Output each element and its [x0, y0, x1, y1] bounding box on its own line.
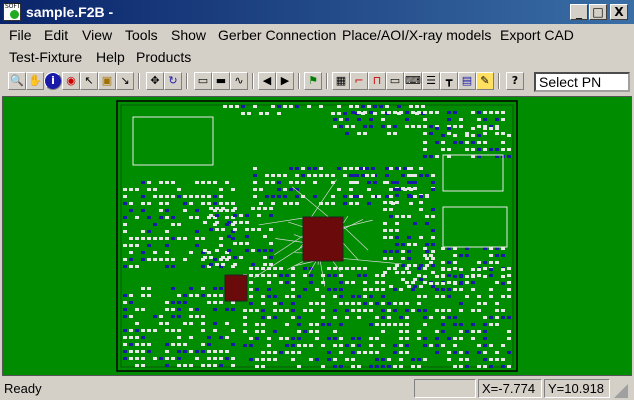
pcb-canvas[interactable] — [2, 96, 632, 376]
component-top-icon: ▭ — [197, 74, 209, 87]
pad-button[interactable]: ⊓ — [368, 72, 386, 90]
status-empty-panel — [414, 379, 476, 398]
previous-button[interactable]: ◀ — [258, 72, 276, 90]
help-pointer-icon: ? — [511, 74, 519, 87]
info-button[interactable]: i — [44, 72, 62, 90]
next-button[interactable]: ▶ — [276, 72, 294, 90]
flag-button[interactable]: ⚑ — [304, 72, 322, 90]
connector-icon: ▭ — [389, 74, 401, 87]
menu-view[interactable]: View — [82, 27, 112, 43]
toolbar-separator — [252, 73, 254, 89]
keyboard-icon: ⌨ — [405, 74, 421, 87]
component-bottom-button[interactable]: ▬ — [212, 72, 230, 90]
menu-export-cad[interactable]: Export CAD — [500, 27, 574, 43]
prev-icon: ◀ — [262, 74, 272, 87]
next-icon: ▶ — [280, 74, 290, 87]
list-icon: ☰ — [426, 74, 436, 87]
target-button[interactable]: ◉ — [62, 72, 80, 90]
toolbar-separator — [326, 73, 328, 89]
y-coordinate-readout: Y=10.918 — [544, 379, 610, 398]
note-button[interactable]: ✎ — [476, 72, 494, 90]
menu-place-aoi-xray-models[interactable]: Place/AOI/X-ray models — [342, 27, 491, 43]
menu-show[interactable]: Show — [171, 27, 206, 43]
net-button[interactable]: ⌐ — [350, 72, 368, 90]
module-footprint — [132, 116, 214, 166]
keyboard-button[interactable]: ⌨ — [404, 72, 422, 90]
rotate-button[interactable]: ↻ — [164, 72, 182, 90]
pcb-board-graphic[interactable] — [3, 97, 631, 375]
pan-button[interactable]: ✋ — [26, 72, 44, 90]
menu-tools[interactable]: Tools — [125, 27, 158, 43]
zoom-button[interactable]: 🔍 — [8, 72, 26, 90]
menu-gerber-connection[interactable]: Gerber Connection — [218, 27, 336, 43]
select-part-icon: ▣ — [101, 74, 113, 87]
rotate-icon: ↻ — [168, 74, 178, 87]
select-pin-icon: ↘ — [120, 74, 130, 87]
window-title: sample.F2B - — [26, 4, 114, 20]
menu-file[interactable]: File — [9, 27, 32, 43]
note-icon: ✎ — [480, 74, 490, 87]
secondary-bga-chip — [224, 274, 248, 302]
pan-hand-icon: ✋ — [28, 74, 42, 87]
select-pin-button[interactable]: ↘ — [116, 72, 134, 90]
toolbar-separator — [298, 73, 300, 89]
select-part-button[interactable]: ▣ — [98, 72, 116, 90]
chip-icon: ▦ — [335, 74, 347, 87]
menu-edit[interactable]: Edit — [44, 27, 68, 43]
menu-help[interactable]: Help — [96, 49, 125, 65]
select-arrow-icon: ↖ — [84, 74, 94, 87]
text-box-button[interactable]: ▤ — [458, 72, 476, 90]
chip-button[interactable]: ▦ — [332, 72, 350, 90]
connector-footprint — [442, 154, 504, 192]
toolbar-separator — [138, 73, 140, 89]
resize-grip-icon[interactable] — [614, 384, 628, 398]
target-icon: ◉ — [66, 74, 76, 87]
main-bga-chip — [302, 216, 344, 262]
zoom-icon: 🔍 — [10, 74, 24, 87]
title-bar[interactable]: SOFT sample.F2B - _ □ X — [0, 0, 634, 24]
list-button[interactable]: ☰ — [422, 72, 440, 90]
component-bottom-icon: ▬ — [215, 74, 227, 87]
menu-bar: File Edit View Tools Show Gerber Connect… — [0, 24, 634, 68]
move-button[interactable]: ✥ — [146, 72, 164, 90]
connector-footprint — [442, 206, 508, 248]
menu-products[interactable]: Products — [136, 49, 191, 65]
x-coordinate-readout: X=-7.774 — [478, 379, 542, 398]
select-pn-field[interactable]: Select PN — [534, 72, 630, 92]
component-top-button[interactable]: ▭ — [194, 72, 212, 90]
maximize-button[interactable]: □ — [589, 4, 607, 20]
waveform-button[interactable]: ∿ — [230, 72, 248, 90]
probe-button[interactable]: ┳ — [440, 72, 458, 90]
pad-icon: ⊓ — [372, 74, 382, 87]
net-icon: ⌐ — [354, 74, 364, 87]
status-bar: Ready X=-7.774 Y=10.918 — [0, 378, 634, 400]
connector-button[interactable]: ▭ — [386, 72, 404, 90]
toolbar-separator — [498, 73, 500, 89]
text-box-icon: ▤ — [461, 74, 473, 87]
select-arrow-button[interactable]: ↖ — [80, 72, 98, 90]
probe-icon: ┳ — [445, 74, 453, 87]
move-icon: ✥ — [150, 74, 160, 87]
waveform-icon: ∿ — [234, 74, 244, 87]
info-icon: i — [51, 74, 55, 87]
app-logo-dot — [10, 10, 19, 19]
app-icon[interactable]: SOFT — [3, 3, 21, 21]
flag-icon: ⚑ — [308, 74, 318, 87]
toolbar-separator — [186, 73, 188, 89]
menu-test-fixture[interactable]: Test-Fixture — [9, 49, 82, 65]
close-button[interactable]: X — [610, 4, 628, 20]
minimize-button[interactable]: _ — [570, 4, 588, 20]
help-pointer-button[interactable]: ? — [506, 72, 524, 90]
status-ready-text: Ready — [4, 381, 42, 396]
